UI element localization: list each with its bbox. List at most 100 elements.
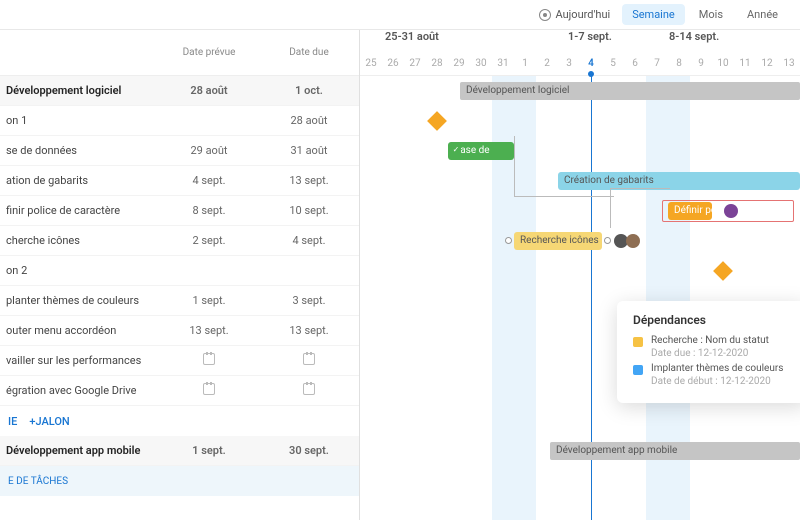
timeline-day-label: 25 [360,52,382,76]
task-name: finir police de caractère [0,204,159,217]
range-year-button[interactable]: Année [737,4,788,25]
today-label: Aujourd'hui [555,8,610,21]
avatar[interactable] [724,204,738,218]
add-milestone-link[interactable]: +JALON [29,415,69,428]
drag-handle[interactable] [604,237,611,244]
task-name: vailler sur les performances [0,354,159,367]
task-date-due: 30 sept. [259,444,359,457]
group-row[interactable]: Développement logiciel28 août1 oct. [0,76,359,106]
task-date-prev: 13 sept. [159,324,259,337]
calendar-icon[interactable] [303,353,315,365]
timeline-day-label: 9 [690,52,712,76]
task-date-due: 4 sept. [259,234,359,247]
task-name: outer menu accordéon [0,324,159,337]
task-name: on 1 [0,114,159,127]
task-row[interactable]: on 2 [0,256,359,286]
task-row[interactable]: outer menu accordéon13 sept.13 sept. [0,316,359,346]
task-row[interactable]: cherche icônes2 sept.4 sept. [0,226,359,256]
task-list-header: Date prévue Date due [0,30,359,76]
tooltip-color-swatch [633,365,643,375]
task-date-due: 13 sept. [259,174,359,187]
milestone-diamond[interactable] [713,261,733,281]
timeline-week-label: 8-14 sept. [669,30,719,43]
col-prev-header: Date prévue [159,47,259,58]
task-date-due: 13 sept. [259,324,359,337]
timeline-day-label: 3 [558,52,580,76]
drag-handle[interactable] [505,237,512,244]
tooltip-item-sub: Date due : 12-12-2020 [651,348,791,359]
task-name: cherche icônes [0,234,159,247]
content: Date prévue Date due Développement logic… [0,30,800,520]
task-row[interactable]: se de données29 août31 août [0,136,359,166]
timeline-day-label: 31 [492,52,514,76]
task-date-due: 10 sept. [259,204,359,217]
task-name: on 2 [0,264,159,277]
task-date-prev [159,383,259,398]
timeline-day-label: 28 [426,52,448,76]
task-group-footer[interactable]: E DE TÂCHES [0,466,359,496]
milestone-diamond[interactable] [427,111,447,131]
task-date-prev: 29 août [159,144,259,157]
timeline-day-label: 27 [404,52,426,76]
timeline-day-label: 6 [624,52,646,76]
group-bar[interactable]: Développement logiciel [460,82,800,100]
task-date-prev: 8 sept. [159,204,259,217]
tooltip-color-swatch [633,337,643,347]
task-row[interactable]: vailler sur les performances [0,346,359,376]
timeline-day-label: 13 [778,52,800,76]
task-date-prev [159,353,259,368]
task-row[interactable]: finir police de caractère8 sept.10 sept. [0,196,359,226]
dependencies-tooltip: Dépendances Recherche : Nom du statut Date… [617,301,800,403]
range-month-button[interactable]: Mois [689,4,733,25]
task-date-prev: 2 sept. [159,234,259,247]
calendar-icon[interactable] [203,353,215,365]
add-row: IE +JALON [0,406,359,436]
group-row[interactable]: Développement app mobile1 sept.30 sept. [0,436,359,466]
task-bar[interactable]: Création de gabarits [558,172,800,190]
calendar-icon[interactable] [203,383,215,395]
task-row[interactable]: planter thèmes de couleurs1 sept.3 sept. [0,286,359,316]
task-list-panel: Date prévue Date due Développement logic… [0,30,360,520]
task-date-due: 31 août [259,144,359,157]
task-date-due: 3 sept. [259,294,359,307]
timeline-panel: 25-31 août1-7 sept.8-14 sept. 2526272829… [360,30,800,520]
timeline-header: 25-31 août1-7 sept.8-14 sept. 2526272829… [360,30,800,76]
calendar-icon[interactable] [303,383,315,395]
task-row[interactable]: égration avec Google Drive [0,376,359,406]
topbar: Aujourd'hui Semaine Mois Année [0,0,800,30]
timeline-day-label: 26 [382,52,404,76]
task-name: égration avec Google Drive [0,384,159,397]
task-date-due: 28 août [259,114,359,127]
today-button[interactable]: Aujourd'hui [539,8,610,21]
task-name: planter thèmes de couleurs [0,294,159,307]
avatar[interactable] [626,234,640,248]
check-icon: ✓ [451,145,461,155]
group-bar[interactable]: Développement app mobile [550,442,800,460]
timeline-day-label: 10 [712,52,734,76]
task-date-prev: 28 août [159,84,259,97]
task-row[interactable]: ation de gabarits4 sept.13 sept. [0,166,359,196]
timeline-day-label: 8 [668,52,690,76]
tooltip-item-name: Recherche : Nom du statut [651,335,791,346]
task-date-prev: 4 sept. [159,174,259,187]
timeline-day-label: 7 [646,52,668,76]
task-date-due [259,353,359,368]
timeline-body[interactable]: Développement logicielBase de✓Création d… [360,76,800,520]
timeline-day-label: 30 [470,52,492,76]
timeline-week-label: 25-31 août [385,30,439,43]
range-week-button[interactable]: Semaine [622,4,685,25]
task-name: Développement logiciel [0,84,159,97]
task-row[interactable]: on 1 28 août [0,106,359,136]
tooltip-title: Dépendances [633,313,791,327]
col-due-header: Date due [259,47,359,58]
timeline-week-label: 1-7 sept. [568,30,612,43]
tooltip-item-sub: Date de début : 12-12-2020 [651,376,791,387]
timeline-day-label: 5 [602,52,624,76]
add-task-link[interactable]: IE [8,415,17,428]
tooltip-item-name: Implanter thèmes de couleurs [651,363,791,374]
task-bar[interactable]: Recherche icônes [514,232,602,250]
task-date-prev: 1 sept. [159,294,259,307]
task-name: ation de gabarits [0,174,159,187]
target-icon [539,9,551,21]
timeline-day-label: 1 [514,52,536,76]
